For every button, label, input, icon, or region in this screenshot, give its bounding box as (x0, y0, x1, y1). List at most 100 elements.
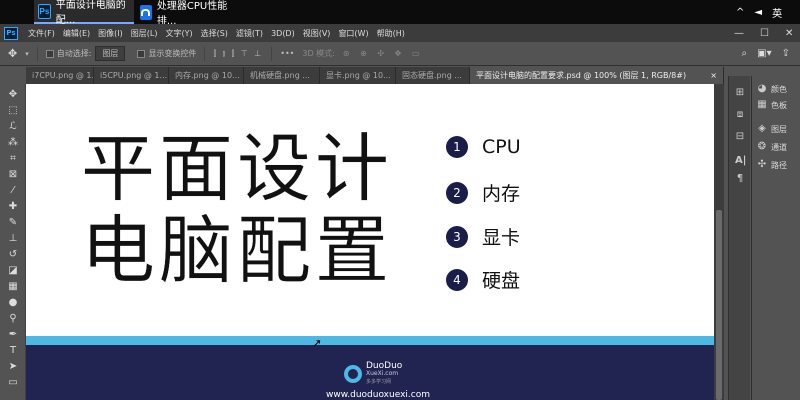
paths-icon: ✣ (757, 159, 767, 170)
auto-select-checkbox[interactable] (45, 49, 54, 58)
footer-url: www.duoduoxuexi.com (326, 390, 431, 400)
more-options-button[interactable]: ••• (276, 49, 298, 58)
panel-channels[interactable]: ❂ 通道 (757, 138, 787, 156)
menu-layer[interactable]: 图层(L) (127, 28, 162, 39)
tab-gpu[interactable]: 显卡.png @ 10... (320, 67, 396, 84)
menu-view[interactable]: 视图(V) (299, 28, 335, 39)
canvas-title-line1: 平面设计 (81, 126, 393, 212)
tab-close-icon[interactable]: × (710, 67, 717, 84)
document-tabs: i7CPU.png @ 1... i5CPU.png @ 1... 内存.png… (26, 67, 724, 84)
share-icon[interactable]: ⇪ (782, 48, 790, 59)
number-badge: 2 (446, 181, 468, 204)
menu-window[interactable]: 窗口(W) (334, 28, 372, 39)
taskbar-item-label: 平面设计电脑的配... (55, 0, 126, 26)
channels-icon: ❂ (757, 141, 767, 152)
align-buttons[interactable]: ⫿ ⫾ ⫿ ⊤ ⊥ (209, 49, 267, 59)
dodge-tool-icon[interactable]: ⚲ (5, 312, 21, 326)
eyedropper-icon[interactable]: ⁄ (5, 184, 21, 198)
stamp-tool-icon[interactable]: ⊥ (5, 232, 21, 246)
panel-paths[interactable]: ✣ 路径 (757, 156, 787, 174)
tab-hdd[interactable]: 机械硬盘.png ... (244, 67, 320, 84)
maximize-button[interactable]: ☐ (760, 28, 769, 39)
move-tool-icon[interactable]: ✥ (0, 47, 21, 60)
number-badge: 4 (446, 268, 468, 291)
logo-icon (344, 365, 362, 383)
menu-help[interactable]: 帮助(H) (373, 28, 409, 39)
frame-tool-icon[interactable]: ⊠ (5, 168, 21, 182)
photoshop-icon: Ps (38, 3, 51, 19)
ime-indicator[interactable]: 英 (772, 5, 782, 20)
tab-i7cpu[interactable]: i7CPU.png @ 1... (26, 67, 94, 84)
chevron-up-icon[interactable]: ^ (736, 7, 744, 18)
divider (271, 46, 273, 61)
workspace-icon[interactable]: ▣▾ (757, 48, 771, 59)
history-brush-icon[interactable]: ↺ (5, 248, 21, 262)
taskbar-item-photoshop[interactable]: Ps 平面设计电脑的配... (34, 0, 134, 26)
logo-tag: 多多学习网 (366, 379, 392, 385)
panel-layers[interactable]: ◈ 图层 (757, 120, 787, 138)
item-label: 显卡 (482, 227, 521, 249)
panel-swatches[interactable]: ▦ 色板 (757, 96, 787, 114)
menu-bar: Ps 文件(F) 编辑(E) 图像(I) 图层(L) 文字(Y) 选择(S) 滤… (0, 24, 800, 42)
gradient-tool-icon[interactable]: ▦ (5, 280, 21, 294)
menu-3d[interactable]: 3D(D) (267, 29, 299, 38)
transform-controls-checkbox[interactable] (137, 49, 146, 58)
brush-tool-icon[interactable]: ✎ (5, 216, 21, 230)
close-button[interactable]: ✕ (785, 28, 793, 39)
panel-label: 图层 (771, 124, 787, 134)
dropdown-arrow-icon[interactable]: ▾ (21, 50, 33, 58)
panel-dock-collapsed: ⊞ ⧈ ⊟ A| ¶ (728, 76, 750, 400)
marquee-tool-icon[interactable]: ⬚ (5, 104, 21, 118)
tab-active-document[interactable]: 平面设计电脑的配置要求.psd @ 100% (图层 1, RGB/8#) × (470, 67, 724, 84)
healing-brush-icon[interactable]: ✚ (5, 200, 21, 214)
transform-controls-option[interactable]: 显示变换控件 (133, 48, 200, 59)
menu-filter[interactable]: 滤镜(T) (232, 28, 267, 39)
history-icon[interactable]: ⊞ (735, 88, 745, 98)
list-item: 1 CPU (446, 136, 521, 158)
move-tool-icon[interactable]: ✥ (5, 88, 21, 102)
tab-i5cpu[interactable]: i5CPU.png @ 1... (94, 67, 169, 84)
clone-source-icon[interactable]: ⊟ (735, 132, 745, 142)
eraser-tool-icon[interactable]: ◪ (5, 264, 21, 278)
lasso-tool-icon[interactable]: ℒ (5, 120, 21, 134)
options-bar: ✥ ▾ 自动选择: 图层 显示变换控件 ⫿ ⫾ ⫿ ⊤ ⊥ ••• 3D 模式:… (0, 42, 800, 66)
menu-file[interactable]: 文件(F) (24, 28, 59, 39)
minimize-button[interactable]: — (734, 28, 744, 39)
transform-controls-label: 显示变换控件 (148, 49, 197, 58)
type-tool-icon[interactable]: T (5, 344, 21, 358)
pen-tool-icon[interactable]: ✒ (5, 328, 21, 342)
canvas-footer: DuoDuo XueXi.com 多多学习网 www.duoduoxuexi.c… (26, 345, 714, 400)
tab-label: 平面设计电脑的配置要求.psd @ 100% (图层 1, RGB/8#) (476, 71, 687, 80)
canvas-title-line2: 电脑配置 (81, 208, 393, 294)
crop-tool-icon[interactable]: ⌗ (5, 152, 21, 166)
taskbar-item-label: 处理器CPU性能排... (156, 1, 228, 27)
tab-ssd[interactable]: 固态硬盘.png ... (396, 67, 470, 84)
character-icon[interactable]: A| (735, 156, 746, 166)
paragraph-icon[interactable]: ¶ (735, 174, 745, 184)
auto-select-option[interactable]: 自动选择: (42, 48, 96, 59)
search-icon[interactable]: ⌕ (742, 48, 748, 59)
menu-type[interactable]: 文字(Y) (161, 28, 196, 39)
path-selection-icon[interactable]: ➤ (5, 360, 21, 374)
tab-memory[interactable]: 内存.png @ 10... (169, 67, 244, 84)
accent-stripe (26, 336, 714, 345)
document-canvas[interactable]: 平面设计 电脑配置 1 CPU 2 内存 3 显卡 4 硬盘 DuoDuo Xu… (26, 84, 714, 400)
blur-tool-icon[interactable]: ● (5, 296, 21, 310)
number-badge: 1 (446, 136, 468, 158)
menu-image[interactable]: 图像(I) (94, 28, 127, 39)
volume-icon[interactable]: ◄ (754, 7, 762, 18)
auto-select-dropdown[interactable]: 图层 (95, 46, 126, 61)
mouse-cursor-icon: ➚ (312, 336, 323, 350)
panel-dock: ◕ 颜色 ▦ 色板 ◈ 图层 ❂ 通道 ✣ 路径 (751, 76, 800, 400)
brush-settings-icon[interactable]: ⧈ (735, 110, 745, 120)
shape-tool-icon[interactable]: ▭ (5, 376, 21, 390)
item-label: CPU (482, 136, 521, 158)
list-item: 3 显卡 (446, 223, 520, 250)
taskbar-item-browser[interactable]: 处理器CPU性能排... (136, 0, 232, 27)
window-controls: — ☐ ✕ (734, 24, 793, 42)
scrollbar-thumb[interactable] (716, 210, 722, 400)
menu-select[interactable]: 选择(S) (197, 28, 232, 39)
magic-wand-icon[interactable]: ⁂ (5, 136, 21, 150)
panel-label: 通道 (771, 142, 787, 152)
menu-edit[interactable]: 编辑(E) (59, 28, 94, 39)
